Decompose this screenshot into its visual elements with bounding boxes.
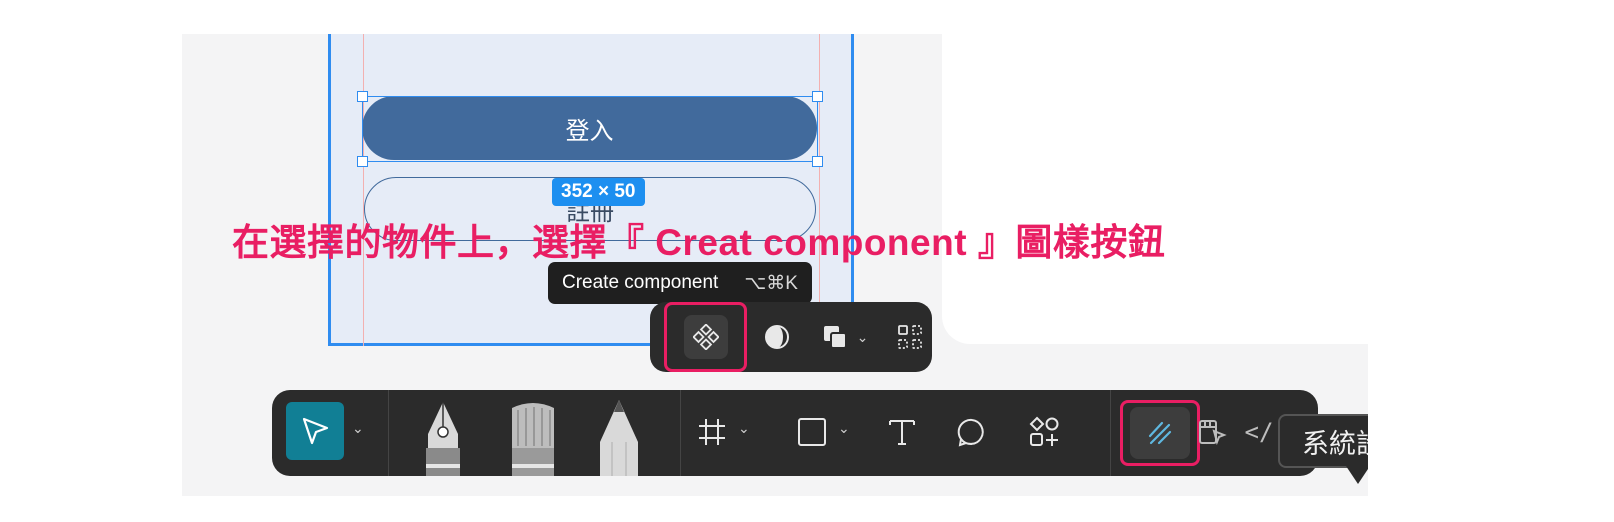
frame-tool-button[interactable] <box>692 402 732 462</box>
pen-tool-button[interactable] <box>418 398 468 476</box>
layout-guide-right <box>819 34 820 346</box>
tooltip-shortcut: ⌥⌘K <box>744 272 798 294</box>
pen-tool-icon <box>426 402 460 476</box>
draw-mode-icon <box>1148 421 1172 445</box>
actions-tool-icon <box>1029 416 1059 446</box>
comment-tool-button[interactable] <box>952 402 992 462</box>
resize-handle-bottom-left[interactable] <box>357 156 368 167</box>
selection-context-toolbar: ⌄ <box>650 302 932 372</box>
text-tool-button[interactable] <box>882 402 922 462</box>
main-toolbar: ⌄ ⌄ ⌄ </ <box>272 390 1318 476</box>
highlight-box-create-component <box>664 302 748 372</box>
rectangle-tool-icon <box>798 418 826 446</box>
chevron-down-icon[interactable]: ⌄ <box>857 329 869 346</box>
create-component-icon <box>692 324 719 350</box>
mask-button[interactable] <box>755 315 799 359</box>
brush-tool-button[interactable] <box>508 398 558 476</box>
chevron-down-icon[interactable]: ⌄ <box>738 420 750 437</box>
screenshot-crop-edge <box>1368 380 1614 522</box>
toolbar-divider <box>680 390 681 476</box>
resize-handle-top-left[interactable] <box>357 91 368 102</box>
selection-size-badge: 352 × 50 <box>552 178 645 206</box>
instruction-annotation: 在選擇的物件上，選擇『 Creat component 』圖樣按鈕 <box>232 222 1166 263</box>
resize-handle-bottom-right[interactable] <box>812 156 823 167</box>
selection-outline <box>362 96 818 162</box>
toolbar-divider <box>388 390 389 476</box>
boolean-groups-button[interactable] <box>813 315 857 359</box>
text-tool-icon <box>889 420 915 445</box>
canvas-background-panel <box>942 34 1368 344</box>
actions-tool-button[interactable] <box>1024 402 1064 462</box>
dev-mode-button[interactable]: </ <box>1244 402 1274 462</box>
comment-tool-icon <box>957 418 984 447</box>
highlight-box-draw-mode <box>1120 400 1200 466</box>
code-icon: </ <box>1244 418 1274 446</box>
use-as-mask-grid-button[interactable] <box>888 315 932 359</box>
design-mode-button[interactable] <box>1192 402 1232 462</box>
use-as-mask-grid-icon <box>898 325 923 349</box>
pencil-tool-button[interactable] <box>594 398 644 476</box>
pencil-tool-icon <box>600 400 638 476</box>
create-component-tooltip: Create component ⌥⌘K <box>548 262 812 304</box>
chevron-down-icon[interactable]: ⌄ <box>352 420 364 437</box>
layout-guide-left <box>363 34 364 346</box>
system-tooltip-arrow <box>1346 466 1370 484</box>
move-tool-icon <box>302 417 329 445</box>
draw-mode-button[interactable] <box>1130 407 1190 459</box>
tooltip-label: Create component <box>562 272 719 293</box>
move-tool-button[interactable] <box>286 402 344 460</box>
design-mode-icon <box>1199 420 1227 446</box>
mask-icon <box>765 325 790 349</box>
toolbar-divider <box>1110 390 1111 476</box>
brush-tool-icon <box>512 403 554 476</box>
frame-tool-icon <box>699 419 725 445</box>
resize-handle-top-right[interactable] <box>812 91 823 102</box>
rectangle-tool-button[interactable] <box>792 402 832 462</box>
chevron-down-icon[interactable]: ⌄ <box>838 420 850 437</box>
boolean-groups-icon <box>823 326 847 349</box>
create-component-button[interactable] <box>683 315 728 359</box>
